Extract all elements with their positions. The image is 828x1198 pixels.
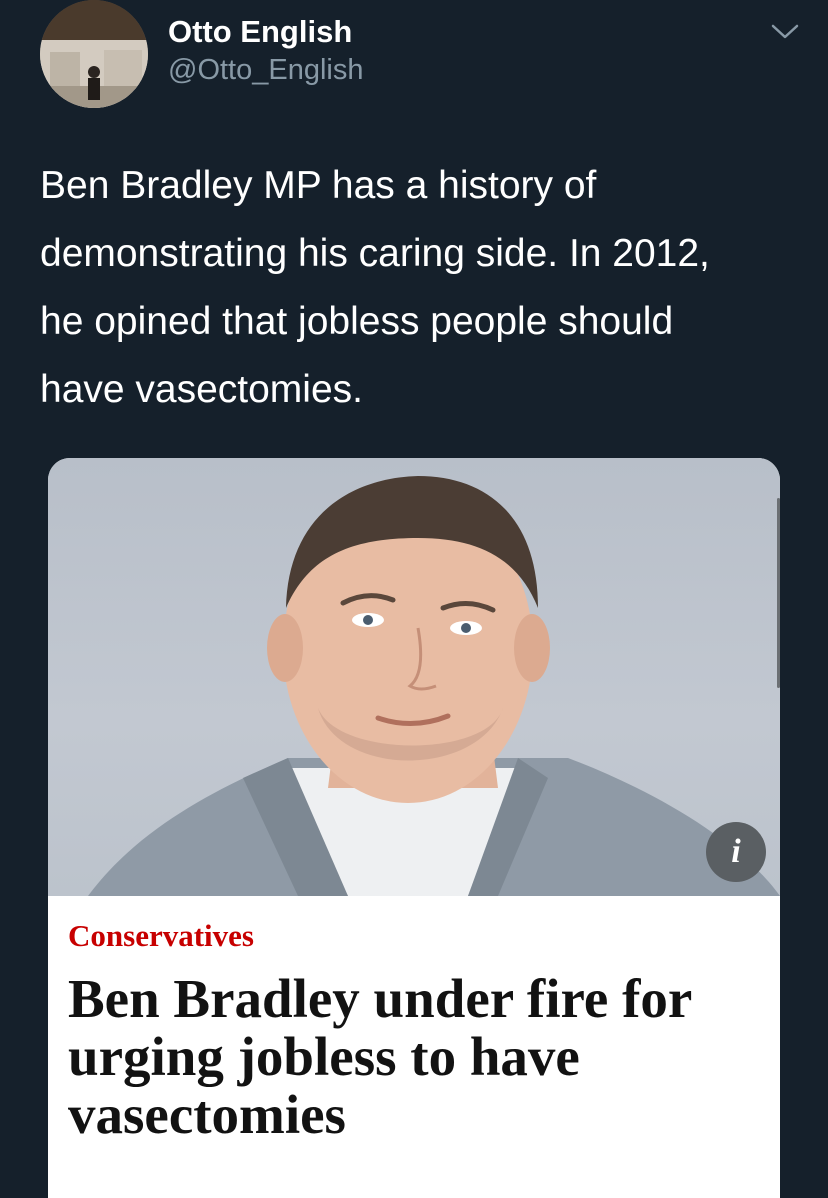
card-kicker[interactable]: Conservatives (68, 918, 768, 954)
card-headline[interactable]: Ben Bradley under fire for urging jobles… (68, 970, 768, 1144)
link-card[interactable]: i Conservatives Ben Bradley under fire f… (48, 458, 780, 1198)
tweet-text: Ben Bradley MP has a history of demonstr… (40, 164, 710, 411)
avatar[interactable] (40, 0, 148, 108)
card-photo: i (48, 458, 780, 896)
info-icon[interactable]: i (706, 822, 766, 882)
author-handle[interactable]: @Otto_English (168, 54, 363, 87)
author-name[interactable]: Otto English (168, 14, 352, 50)
avatar-photo (40, 0, 148, 108)
scroll-indicator (777, 498, 780, 688)
card-meta: Conservatives Ben Bradley under fire for… (68, 918, 768, 1144)
tweet-header: Otto English @Otto_English (40, 0, 800, 110)
chevron-down-icon[interactable] (770, 22, 800, 42)
tweet: Otto English @Otto_English Ben Bradley M… (0, 0, 828, 1198)
